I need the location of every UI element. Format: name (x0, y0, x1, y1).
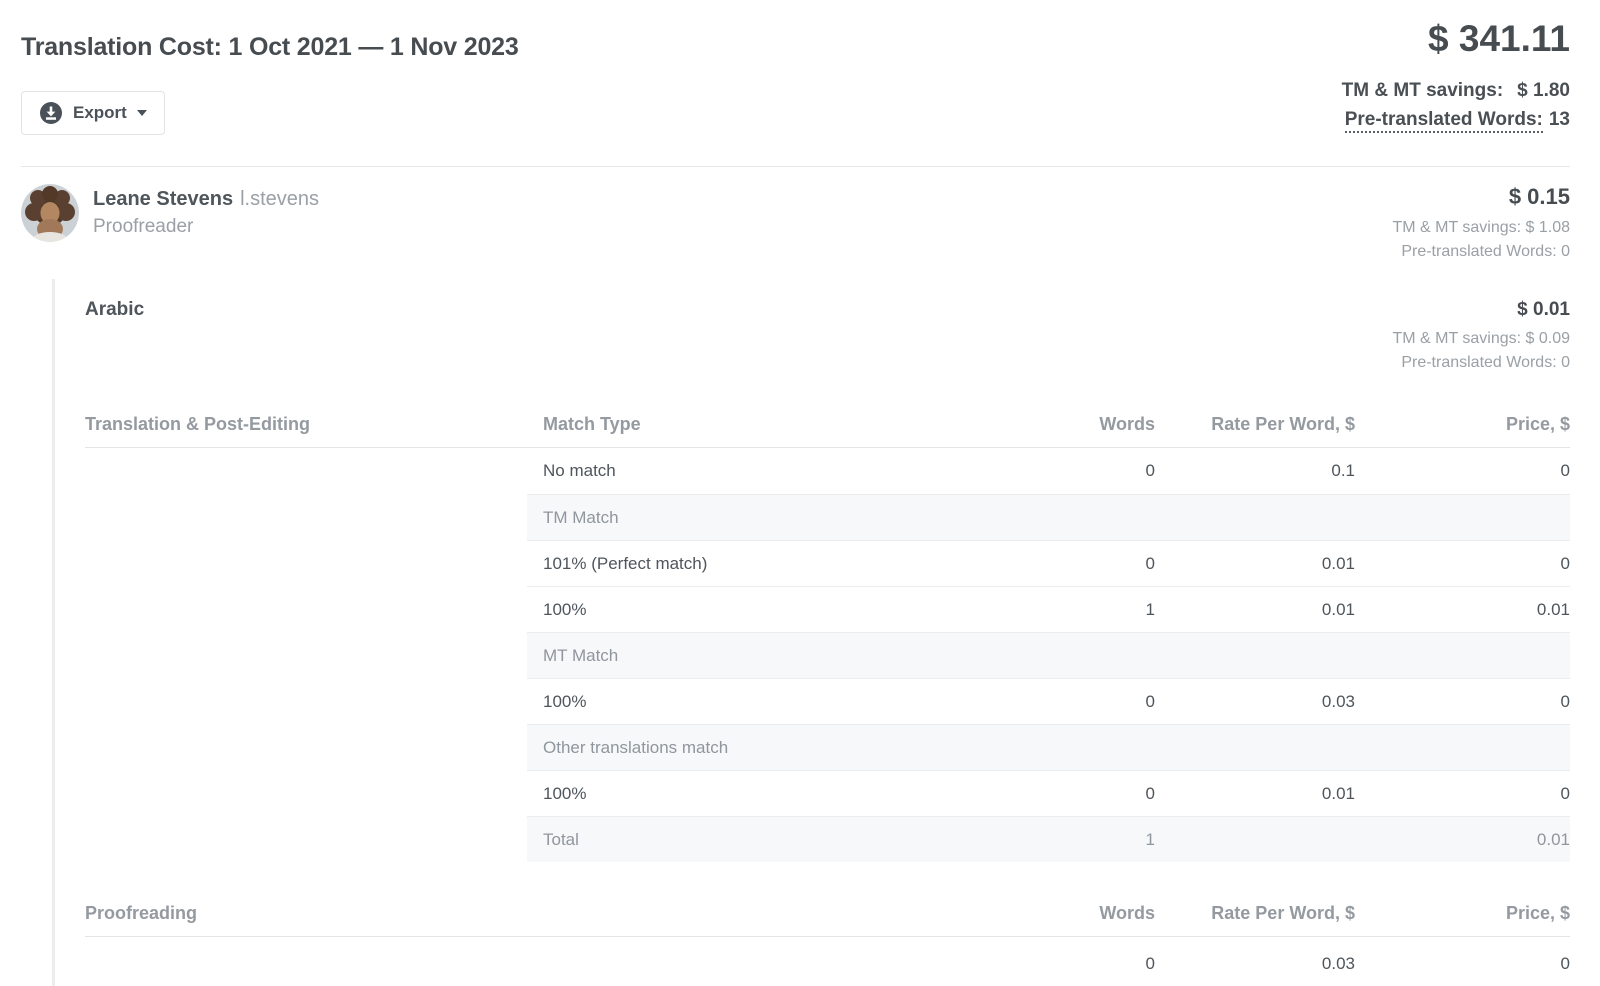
language-total: $ 0.01 (1392, 299, 1570, 321)
page-title: Translation Cost: 1 Oct 2021 — 1 Nov 202… (21, 33, 519, 62)
column-header-rate: Rate Per Word, $ (1155, 903, 1355, 924)
total-savings-label: TM & MT savings: (1342, 80, 1504, 101)
words-cell: 0 (977, 461, 1155, 481)
proofreading-table-header: Proofreading Words Rate Per Word, $ Pric… (85, 903, 1570, 924)
rate-cell: 0.01 (1155, 554, 1355, 574)
words-cell: 1 (977, 830, 1155, 850)
column-header-match-type: Match Type (527, 414, 977, 435)
words-cell: 0 (977, 554, 1155, 574)
user-username: l.stevens (240, 188, 319, 210)
translation-table-header: Translation & Post-Editing Match Type Wo… (85, 414, 1570, 435)
column-header-words: Words (977, 414, 1155, 435)
translation-cost-report: Translation Cost: 1 Oct 2021 — 1 Nov 202… (0, 0, 1600, 986)
language-header: Arabic $ 0.01 TM & MT savings: $ 0.09 Pr… (85, 279, 1570, 372)
language-block: Arabic $ 0.01 TM & MT savings: $ 0.09 Pr… (52, 279, 1570, 986)
total-pretranslated: Pre-translated Words: 13 (1342, 109, 1570, 131)
user-name-line: Leane Stevens l.stevens (93, 188, 319, 211)
grand-total: $ 341.11 (1342, 20, 1570, 57)
table-group-row: TM Match (527, 494, 1570, 540)
table-row: No match 0 0.1 0 (527, 448, 1570, 494)
price-cell: 0 (1355, 784, 1570, 804)
column-header-price: Price, $ (1355, 903, 1570, 924)
match-type-cell: Total (527, 830, 977, 850)
language-totals: $ 0.01 TM & MT savings: $ 0.09 Pre-trans… (1392, 299, 1570, 372)
match-type-cell: 100% (527, 784, 977, 804)
rate-cell: 0.03 (1155, 954, 1355, 974)
user-name: Leane Stevens (93, 188, 233, 210)
download-icon (39, 101, 63, 125)
user-info: Leane Stevens l.stevens Proofreader (21, 184, 319, 261)
section-label: Translation & Post-Editing (85, 414, 527, 435)
report-totals: $ 341.11 TM & MT savings: $ 1.80 Pre-tran… (1342, 0, 1570, 131)
report-header: Translation Cost: 1 Oct 2021 — 1 Nov 202… (0, 0, 1600, 135)
column-header-price: Price, $ (1355, 414, 1570, 435)
price-cell: 0 (1355, 554, 1570, 574)
match-type-cell: 100% (527, 600, 977, 620)
table-group-row: Other translations match (527, 724, 1570, 770)
price-cell: 0 (1355, 954, 1570, 974)
user-role: Proofreader (93, 216, 319, 238)
rate-cell: 0.03 (1155, 692, 1355, 712)
user-row: Leane Stevens l.stevens Proofreader $ 0.1… (0, 167, 1600, 261)
match-type-cell: MT Match (527, 646, 977, 666)
pretranslated-words-label[interactable]: Pre-translated Words: (1345, 109, 1543, 133)
table-row: 100% 0 0.03 0 (527, 678, 1570, 724)
user-avatar (21, 184, 79, 242)
column-header-spacer (527, 903, 977, 924)
table-row: 101% (Perfect match) 0 0.01 0 (527, 540, 1570, 586)
words-cell: 1 (977, 600, 1155, 620)
column-header-rate: Rate Per Word, $ (1155, 414, 1355, 435)
words-cell: 0 (977, 784, 1155, 804)
price-cell: 0.01 (1355, 830, 1570, 850)
match-type-cell: TM Match (527, 508, 977, 528)
rate-cell: 0.01 (1155, 784, 1355, 804)
chevron-down-icon (137, 110, 147, 116)
export-button-label: Export (73, 103, 127, 123)
price-cell: 0.01 (1355, 600, 1570, 620)
words-cell: 0 (977, 692, 1155, 712)
price-cell: 0 (1355, 692, 1570, 712)
report-header-left: Translation Cost: 1 Oct 2021 — 1 Nov 202… (21, 0, 519, 135)
rate-cell: 0.01 (1155, 600, 1355, 620)
pretranslated-words-value: 13 (1549, 109, 1570, 130)
language-pretranslated: Pre-translated Words: 0 (1392, 354, 1570, 372)
user-totals: $ 0.15 TM & MT savings: $ 1.08 Pre-trans… (1392, 184, 1570, 261)
total-savings: TM & MT savings: $ 1.80 (1342, 80, 1570, 102)
user-savings: TM & MT savings: $ 1.08 (1392, 219, 1570, 237)
match-type-cell: 101% (Perfect match) (527, 554, 977, 574)
column-header-words: Words (977, 903, 1155, 924)
table-row: 100% 1 0.01 0.01 (527, 586, 1570, 632)
proofreading-row: 0 0.03 0 (527, 937, 1570, 986)
user-pretranslated: Pre-translated Words: 0 (1392, 243, 1570, 261)
translation-table-body: No match 0 0.1 0 TM Match 101% (Perfect … (85, 448, 1570, 862)
language-name: Arabic (85, 299, 144, 372)
match-type-cell: Other translations match (527, 738, 977, 758)
rate-cell: 0.1 (1155, 461, 1355, 481)
table-group-row: MT Match (527, 632, 1570, 678)
section-label: Proofreading (85, 903, 527, 924)
total-savings-value: $ 1.80 (1517, 80, 1570, 101)
price-cell: 0 (1355, 461, 1570, 481)
language-savings: TM & MT savings: $ 0.09 (1392, 330, 1570, 348)
words-cell: 0 (977, 954, 1155, 974)
match-type-cell: 100% (527, 692, 977, 712)
user-meta: Leane Stevens l.stevens Proofreader (93, 184, 319, 238)
export-button[interactable]: Export (21, 91, 165, 135)
table-row: 100% 0 0.01 0 (527, 770, 1570, 816)
user-total: $ 0.15 (1392, 184, 1570, 210)
table-total-row: Total 1 0.01 (527, 816, 1570, 862)
match-type-cell: No match (527, 461, 977, 481)
